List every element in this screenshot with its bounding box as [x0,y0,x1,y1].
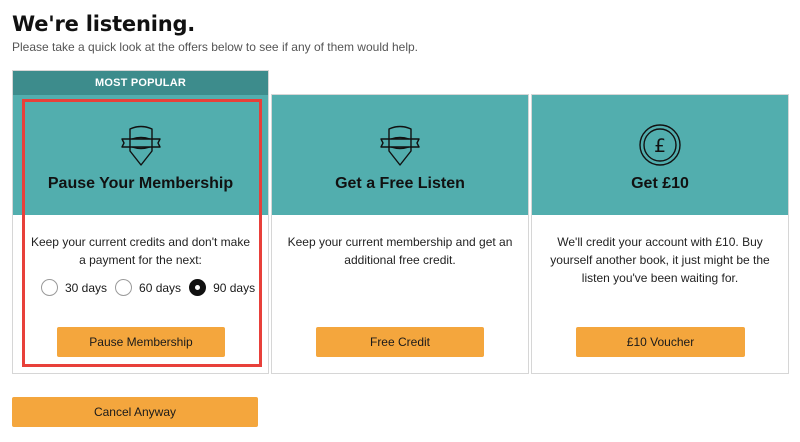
offer-card-pause: MOST POPULAR Pause Your Membership Keep … [12,70,269,374]
radio-button[interactable] [41,279,58,296]
offer-description: We'll credit your account with £10. Buy … [550,235,770,285]
radio-option-30-days[interactable]: 30 days [41,279,107,296]
cancel-anyway-button[interactable]: Cancel Anyway [12,397,258,427]
offer-card-free-listen: Get a Free Listen Keep your current memb… [271,94,529,374]
most-popular-banner: MOST POPULAR [13,71,268,95]
free-credit-button[interactable]: Free Credit [316,327,484,357]
offer-card-voucher: £ Get £10 We'll credit your account with… [531,94,789,374]
offer-title: Get £10 [631,175,689,192]
radio-button-selected[interactable] [189,279,207,296]
radio-option-90-days[interactable]: 90 days [189,279,255,296]
voucher-button[interactable]: £10 Voucher [576,327,745,357]
page-title: We're listening. [12,12,196,36]
radio-label: 90 days [213,280,256,295]
radio-option-60-days[interactable]: 60 days [115,279,181,296]
offer-description: Keep your current credits and don't make… [30,235,251,267]
pause-duration-options: 30 days 60 days 90 days [41,279,257,296]
radio-label: 30 days [65,280,108,295]
radio-label: 60 days [139,280,182,295]
offer-title: Pause Your Membership [47,175,234,192]
retention-offers-page: We're listening. Please take a quick loo… [0,0,800,442]
shield-ribbon-icon [120,125,161,166]
page-subtitle: Please take a quick look at the offers b… [12,40,419,54]
shield-ribbon-icon [380,125,420,166]
offer-description: Keep your current membership and get an … [287,235,513,267]
offer-title: Get a Free Listen [335,175,465,192]
svg-text:£: £ [654,135,666,157]
radio-button[interactable] [115,279,133,296]
pound-coin-icon: £ [639,124,681,166]
pause-membership-button[interactable]: Pause Membership [57,327,225,357]
